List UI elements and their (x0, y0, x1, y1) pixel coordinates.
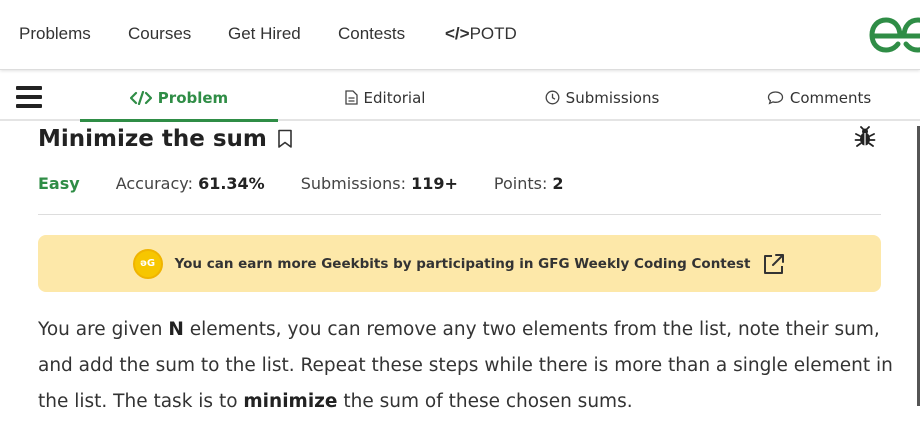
tab-problem[interactable]: Problem (80, 76, 278, 122)
nav-get-hired[interactable]: Get Hired (228, 24, 301, 44)
tab-problem-label: Problem (157, 88, 229, 107)
geekbits-banner[interactable]: əG You can earn more Geekbits by partici… (38, 235, 881, 292)
accuracy-value: 61.34% (198, 174, 265, 193)
desc-bold-n: N (168, 319, 184, 340)
banner-text: You can earn more Geekbits by participat… (174, 255, 751, 272)
problem-tabbar: Problem Editorial Submissions Comments (0, 76, 920, 122)
submissions-stat: Submissions: 119+ (301, 174, 458, 193)
title-row: Minimize the sum (38, 126, 293, 152)
tab-submissions[interactable]: Submissions (500, 76, 704, 119)
problem-meta: Easy Accuracy: 61.34% Submissions: 119+ … (38, 174, 564, 193)
nav-potd[interactable]: </>POTD (445, 24, 517, 44)
clock-icon (545, 90, 560, 105)
external-link-icon[interactable] (762, 252, 786, 276)
accuracy-stat: Accuracy: 61.34% (116, 174, 265, 193)
desc-text-3: the sum of these chosen sums. (337, 391, 633, 412)
document-icon (344, 90, 358, 105)
accuracy-label: Accuracy: (115, 174, 193, 193)
submissions-value: 119+ (411, 174, 458, 193)
problem-description: You are given N elements, you can remove… (38, 312, 898, 420)
nav-contests[interactable]: Contests (338, 24, 405, 44)
bookmark-icon[interactable] (277, 129, 293, 149)
code-icon (129, 90, 152, 105)
desc-bold-minimize: minimize (243, 391, 338, 412)
chat-icon (767, 91, 783, 105)
tab-editorial-label: Editorial (363, 88, 426, 107)
difficulty-badge: Easy (38, 174, 80, 193)
points-value: 2 (552, 174, 564, 193)
tab-submissions-label: Submissions (565, 88, 660, 107)
divider (38, 214, 881, 215)
desc-text-1: You are given (38, 319, 169, 340)
nav-courses[interactable]: Courses (128, 24, 191, 44)
geekbit-coin-icon: əG (132, 248, 163, 279)
points-label: Points: (493, 174, 548, 193)
menu-icon[interactable] (16, 86, 42, 108)
tab-comments-label: Comments (789, 88, 872, 107)
problem-title: Minimize the sum (38, 126, 267, 152)
tab-comments[interactable]: Comments (730, 76, 908, 119)
top-navbar: Problems Courses Get Hired Contests </>P… (0, 0, 920, 70)
bug-report-icon[interactable] (854, 126, 876, 148)
nav-problems[interactable]: Problems (19, 24, 91, 44)
potd-label: POTD (469, 24, 517, 43)
potd-code-icon: </> (445, 24, 470, 43)
points-stat: Points: 2 (494, 174, 564, 193)
tab-editorial[interactable]: Editorial (290, 76, 480, 119)
gfg-logo-icon[interactable] (866, 14, 920, 56)
submissions-label: Submissions: (300, 174, 406, 193)
